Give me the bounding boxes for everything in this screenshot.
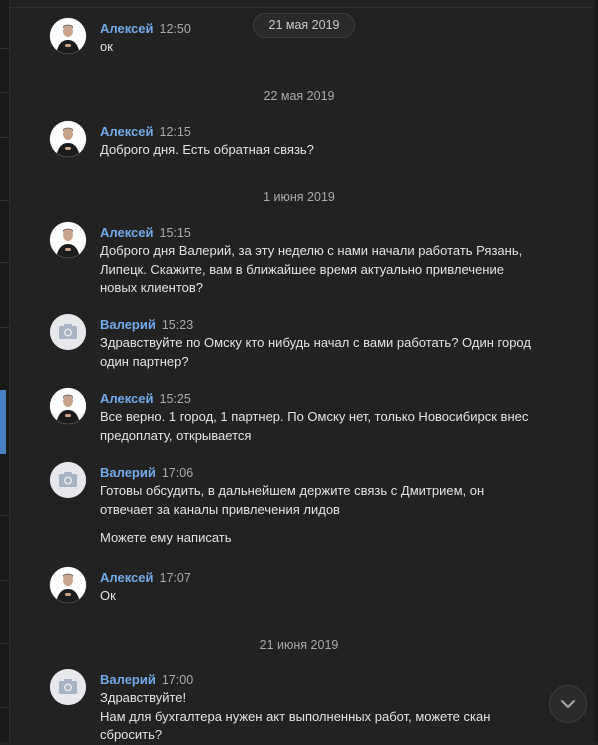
- message-time[interactable]: 12:15: [160, 125, 191, 139]
- avatar[interactable]: [50, 388, 86, 424]
- author-name[interactable]: Алексей: [100, 124, 154, 139]
- camera-icon: [50, 462, 86, 498]
- chevron-down-icon: [561, 700, 575, 708]
- author-name[interactable]: Алексей: [100, 570, 154, 585]
- scroll-to-bottom-button[interactable]: [549, 685, 587, 723]
- message-text: ок: [100, 39, 113, 54]
- message-text: Готовы обсудить, в дальнейшем держите св…: [100, 483, 485, 517]
- camera-icon: [50, 669, 86, 705]
- message-time[interactable]: 15:15: [160, 226, 191, 240]
- camera-icon: [50, 314, 86, 350]
- avatar[interactable]: [50, 669, 86, 705]
- avatar[interactable]: [50, 121, 86, 157]
- avatar[interactable]: [50, 222, 86, 258]
- message-text: Здравствуйте! Нам для бухгалтера нужен а…: [100, 689, 540, 745]
- author-name[interactable]: Валерий: [100, 465, 156, 480]
- user-photo-icon: [50, 567, 86, 603]
- avatar[interactable]: [50, 567, 86, 603]
- message-time[interactable]: 15:25: [160, 392, 191, 406]
- message-line: Здравствуйте!: [100, 690, 187, 705]
- user-photo-icon: [50, 121, 86, 157]
- message-time[interactable]: 17:06: [162, 466, 193, 480]
- message-history[interactable]: 21 мая 2019 Алексей 12:50 ок 22 мая 2019: [0, 0, 594, 742]
- message-line: Нам для бухгалтера нужен акт выполненных…: [100, 708, 491, 743]
- author-name[interactable]: Валерий: [100, 317, 156, 332]
- message-text: Все верно. 1 город, 1 партнер. По Омску …: [100, 409, 529, 443]
- avatar[interactable]: [50, 314, 86, 350]
- message-text: Доброго дня Валерий, за эту неделю с нам…: [100, 243, 523, 295]
- message-text: Здравствуйте по Омску кто нибудь начал с…: [100, 335, 531, 369]
- avatar[interactable]: [50, 18, 86, 54]
- author-name[interactable]: Алексей: [100, 21, 154, 36]
- message-time[interactable]: 17:00: [162, 673, 193, 687]
- date-separator: 22 мая 2019: [263, 89, 335, 103]
- user-photo-icon: [50, 388, 86, 424]
- author-name[interactable]: Алексей: [100, 225, 154, 240]
- date-separator: 21 июня 2019: [259, 638, 339, 652]
- floating-date-badge: 21 мая 2019: [253, 13, 355, 38]
- scrollbar-track[interactable]: [594, 0, 598, 742]
- avatar[interactable]: [50, 462, 86, 498]
- author-name[interactable]: Алексей: [100, 391, 154, 406]
- message-text: Можете ему написать: [100, 530, 232, 545]
- date-separator: 1 июня 2019: [263, 190, 335, 204]
- message-time[interactable]: 17:07: [160, 571, 191, 585]
- message-text: Ок: [100, 588, 116, 603]
- author-name[interactable]: Валерий: [100, 672, 156, 687]
- user-photo-icon: [50, 222, 86, 258]
- message-time[interactable]: 12:50: [160, 22, 191, 36]
- message-time[interactable]: 15:23: [162, 318, 193, 332]
- message-text: Доброго дня. Есть обратная связь?: [100, 142, 314, 157]
- user-photo-icon: [50, 18, 86, 54]
